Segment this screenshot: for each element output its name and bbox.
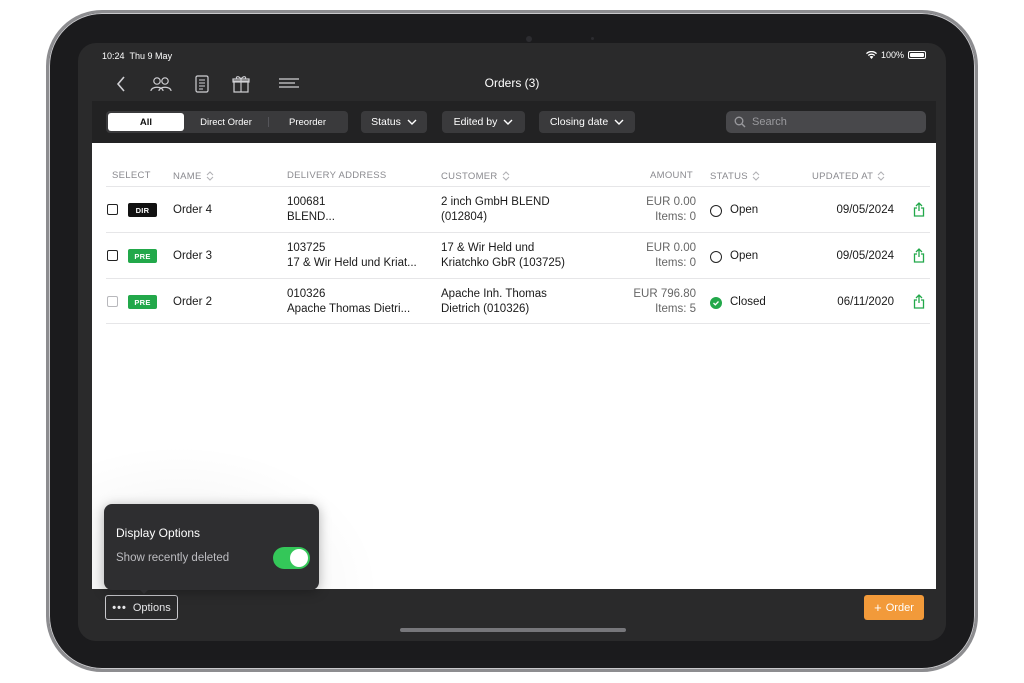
chevron-down-icon [614, 119, 624, 125]
open-status-icon [710, 251, 722, 263]
order-type-badge: PRE [128, 295, 157, 309]
amount: EUR 796.80 Items: 5 [633, 288, 696, 315]
status-time: 10:24 [102, 51, 125, 61]
order-type-badge: PRE [128, 249, 157, 263]
amount: EUR 0.00 Items: 0 [646, 242, 696, 269]
bottom-toolbar: ••• Options + Order [78, 589, 946, 641]
customer: Apache Inh. Thomas Dietrich (010326) [441, 288, 547, 315]
wifi-icon [865, 51, 877, 59]
more-dots-icon: ••• [112, 601, 127, 614]
show-deleted-label: Show recently deleted [116, 552, 230, 564]
battery-icon [908, 51, 926, 59]
sort-icon [502, 171, 509, 181]
sort-icon [206, 171, 214, 181]
updated-at: 06/11/2020 [837, 296, 894, 308]
chevron-down-icon [407, 119, 417, 125]
app-screen: 10:24 Thu 9 May 100% Orders (3) All Dire… [78, 43, 946, 641]
updated-at: 09/05/2024 [836, 204, 894, 216]
delivery-address: 010326 Apache Thomas Dietri... [287, 288, 411, 315]
header-amount: AMOUNT [650, 170, 693, 181]
closing-date-dropdown[interactable]: Closing date [539, 111, 635, 133]
camera-sensor [591, 37, 594, 40]
row-checkbox[interactable] [107, 204, 118, 215]
nav-bar: Orders (3) [78, 67, 946, 101]
header-name[interactable]: NAME [173, 170, 214, 182]
segment-preorder[interactable]: Preorder [269, 113, 346, 131]
delivery-address: 103725 17 & Wir Held und Kriat... [287, 242, 417, 269]
table-row[interactable]: PRE Order 3 103725 17 & Wir Held und Kria… [106, 232, 930, 278]
closing-date-dropdown-label: Closing date [549, 116, 609, 128]
add-order-label: Order [885, 601, 914, 614]
status-dropdown[interactable]: Status [361, 111, 427, 133]
table-row[interactable]: PRE Order 2 010326 Apache Thomas Dietri..… [106, 278, 930, 324]
add-order-button[interactable]: + Order [864, 595, 924, 620]
chevron-down-icon [503, 119, 513, 125]
popover-arrow [138, 588, 150, 594]
segment-direct-order[interactable]: Direct Order [184, 113, 268, 131]
order-name: Order 2 [173, 296, 212, 308]
show-deleted-toggle[interactable] [273, 547, 310, 569]
plus-icon: + [874, 600, 882, 615]
status: Open [710, 203, 758, 218]
share-icon[interactable] [913, 248, 925, 263]
row-checkbox[interactable] [107, 250, 118, 261]
battery-percent: 100% [880, 50, 904, 60]
order-type-segmented-control: All Direct Order Preorder [106, 111, 348, 133]
order-type-badge: DIR [128, 203, 157, 217]
search-icon [734, 116, 746, 128]
customer: 2 inch GmbH BLEND (012804) [441, 196, 550, 223]
search-placeholder: Search [752, 116, 787, 128]
page-title: Orders (3) [484, 76, 540, 90]
updated-at: 09/05/2024 [836, 250, 894, 262]
table-row[interactable]: DIR Order 4 100681 BLEND... 2 inch GmbH B… [106, 186, 930, 232]
share-icon[interactable] [913, 202, 925, 217]
display-options-title: Display Options [116, 526, 201, 540]
front-camera [526, 36, 532, 42]
table-header: SELECT NAME DELIVERY ADDRESS CUSTOMER AM… [92, 167, 936, 187]
header-delivery-address: DELIVERY ADDRESS [287, 170, 387, 181]
header-status[interactable]: STATUS [710, 170, 760, 182]
options-button[interactable]: ••• Options [105, 595, 178, 620]
status-date: Thu 9 May [129, 51, 173, 61]
closed-check-icon [710, 297, 722, 309]
display-options-popover: Display Options Show recently deleted [104, 504, 319, 594]
status-bar: 10:24 Thu 9 May 100% [78, 43, 946, 67]
header-select: SELECT [112, 170, 151, 181]
header-customer[interactable]: CUSTOMER [441, 170, 510, 182]
share-icon[interactable] [913, 294, 925, 309]
filter-bar: All Direct Order Preorder Status Edited … [92, 101, 936, 143]
status-dropdown-label: Status [371, 116, 401, 128]
header-updated-at[interactable]: UPDATED AT [812, 170, 885, 182]
sort-icon [752, 171, 760, 181]
status: Open [710, 249, 758, 264]
status: Closed [710, 295, 766, 310]
edited-by-dropdown[interactable]: Edited by [442, 111, 525, 133]
delivery-address: 100681 BLEND... [287, 196, 335, 223]
order-name: Order 3 [173, 250, 212, 262]
order-name: Order 4 [173, 204, 212, 216]
home-indicator[interactable] [400, 628, 626, 632]
search-input[interactable]: Search [726, 111, 926, 133]
options-button-label: Options [132, 601, 171, 614]
customer: 17 & Wir Held und Kriatchko GbR (103725) [441, 242, 566, 269]
segment-all[interactable]: All [108, 113, 184, 131]
edited-by-dropdown-label: Edited by [453, 116, 498, 128]
open-status-icon [710, 205, 722, 217]
row-checkbox[interactable] [107, 296, 118, 307]
amount: EUR 0.00 Items: 0 [646, 196, 696, 223]
sort-icon [877, 171, 885, 181]
